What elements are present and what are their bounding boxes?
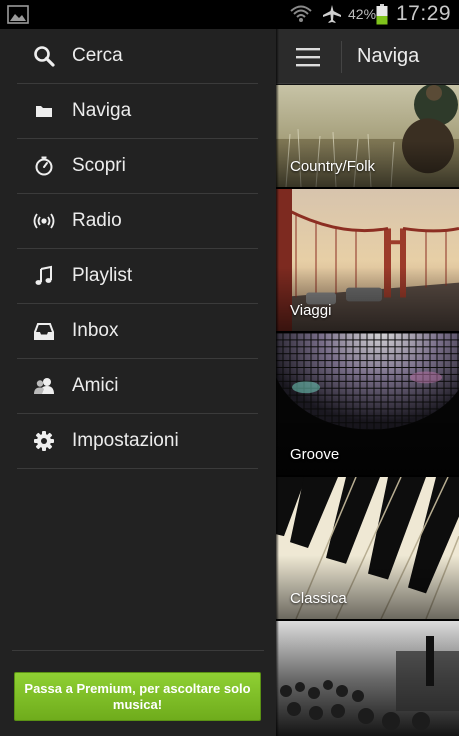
- drawer-item-label: Inbox: [72, 320, 119, 341]
- drawer-item-label: Amici: [72, 375, 119, 396]
- genre-tile-country-folk[interactable]: Country/Folk: [276, 85, 459, 189]
- radio-icon: [33, 213, 55, 229]
- tile-label: Classica: [290, 590, 347, 607]
- tile-shade: [276, 411, 459, 475]
- action-bar: Naviga: [276, 29, 459, 84]
- drawer-item-label: Scopri: [72, 155, 126, 176]
- drawer-item-impostazioni[interactable]: Impostazioni: [17, 414, 258, 469]
- airplane-mode-icon: [323, 5, 341, 23]
- tile-label: Viaggi: [290, 302, 332, 319]
- status-bar: 42% 17:29: [0, 0, 459, 29]
- tile-shade: [276, 267, 459, 331]
- drawer-item-label: Impostazioni: [72, 430, 179, 451]
- genre-tile-viaggi[interactable]: Viaggi: [276, 189, 459, 333]
- genre-tile-live[interactable]: [276, 621, 459, 736]
- tile-shade: [276, 555, 459, 619]
- compass-icon: [35, 156, 53, 176]
- concert-image: [276, 621, 459, 736]
- friends-icon: [34, 378, 54, 394]
- tile-label: Groove: [290, 446, 340, 463]
- folder-icon: [36, 106, 52, 117]
- hamburger-menu-icon[interactable]: [296, 47, 320, 67]
- gear-icon: [34, 431, 54, 451]
- navigation-drawer: Cerca Naviga Scopri Radio Playlist Inbox…: [0, 29, 276, 736]
- drawer-item-playlist[interactable]: Playlist: [17, 249, 258, 304]
- drawer-item-inbox[interactable]: Inbox: [17, 304, 258, 359]
- battery-percent: 42%: [348, 6, 377, 22]
- clock: 17:29: [396, 2, 452, 25]
- drawer-menu: Cerca Naviga Scopri Radio Playlist Inbox…: [17, 29, 258, 469]
- tile-label: Country/Folk: [290, 158, 376, 175]
- page-title: Naviga: [357, 45, 420, 67]
- drawer-item-label: Radio: [72, 210, 122, 231]
- drawer-item-scopri[interactable]: Scopri: [17, 139, 258, 194]
- genre-tile-groove[interactable]: Groove: [276, 333, 459, 477]
- drawer-item-cerca[interactable]: Cerca: [17, 29, 258, 84]
- drawer-item-label: Cerca: [72, 45, 123, 66]
- drawer-item-naviga[interactable]: Naviga: [17, 84, 258, 139]
- drawer-item-label: Playlist: [72, 265, 133, 286]
- genre-tile-classica[interactable]: Classica: [276, 477, 459, 621]
- wifi-icon: [290, 5, 312, 22]
- upgrade-premium-button[interactable]: Passa a Premium, per ascoltare solo musi…: [14, 672, 261, 721]
- action-bar-divider: [341, 41, 342, 73]
- drawer-item-amici[interactable]: Amici: [17, 359, 258, 414]
- drawer-item-radio[interactable]: Radio: [17, 194, 258, 249]
- battery-icon: [376, 4, 388, 25]
- browse-panel: Naviga Country/Folk Viaggi Groove Classi…: [276, 29, 459, 736]
- image-notification-icon: [7, 5, 29, 24]
- inbox-icon: [34, 323, 54, 340]
- music-note-icon: [35, 265, 52, 285]
- drawer-item-label: Naviga: [72, 100, 132, 121]
- drawer-divider: [12, 650, 264, 651]
- search-icon: [34, 46, 55, 67]
